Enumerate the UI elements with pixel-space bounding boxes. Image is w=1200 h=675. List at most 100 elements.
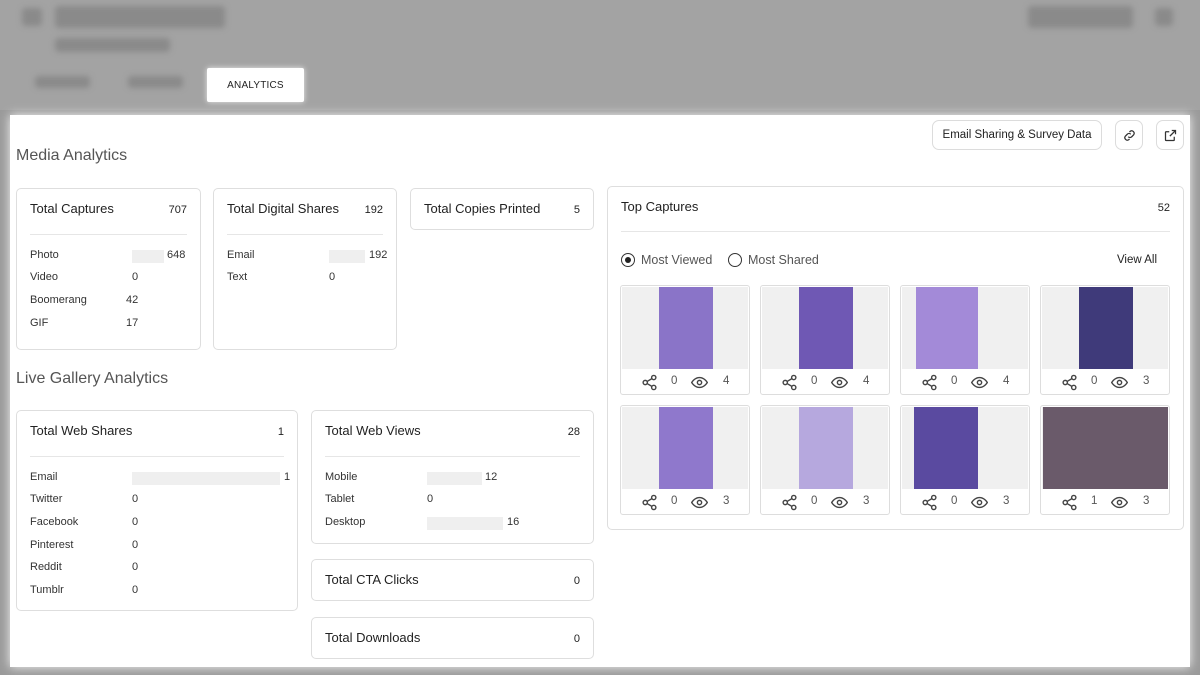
eye-icon [830, 374, 849, 391]
card-total: 0 [573, 633, 580, 645]
stat-value: 0 [132, 584, 139, 596]
capture-image-frame [762, 407, 888, 489]
card-total: 192 [364, 204, 383, 216]
stat-bar [132, 250, 164, 263]
capture-thumbnail[interactable]: 03 [760, 405, 890, 515]
view-count: 3 [1143, 375, 1150, 387]
radio-unselected-icon [728, 253, 742, 267]
event-title-blur [55, 6, 225, 28]
share-icon [781, 374, 798, 391]
tab-blur-2 [128, 76, 183, 88]
total-captures-card: Total Captures 707 Photo 648 Video 0 Boo… [16, 188, 201, 350]
stat-value: 192 [369, 249, 388, 261]
total-cta-clicks-card: Total CTA Clicks 0 [311, 559, 594, 601]
open-external-button[interactable] [1156, 120, 1184, 150]
stat-bar [427, 472, 482, 485]
capture-photo [659, 287, 713, 369]
email-sharing-survey-button[interactable]: Email Sharing & Survey Data [932, 120, 1102, 150]
view-count: 4 [1003, 375, 1010, 387]
card-total: 5 [573, 204, 580, 216]
stat-value: 0 [132, 539, 139, 551]
stat-value: 16 [507, 516, 520, 528]
link-button[interactable] [1115, 120, 1143, 150]
stat-row: Email 1 [30, 471, 290, 485]
total-web-shares-card: Total Web Shares 1 Email 1 Twitter 0 Fac… [16, 410, 298, 611]
capture-thumbnail[interactable]: 04 [760, 285, 890, 395]
stat-row: Twitter 0 [30, 493, 290, 507]
stat-label: Reddit [30, 561, 62, 573]
card-title: Total Downloads [325, 630, 421, 645]
radio-selected-icon [621, 253, 635, 267]
view-all-link[interactable]: View All [1117, 254, 1157, 266]
stat-label: Boomerang [30, 294, 87, 306]
capture-stats: 04 [901, 370, 1029, 394]
capture-image-frame [762, 287, 888, 369]
total-digital-shares-card: Total Digital Shares 192 Email 192 Text … [213, 188, 397, 350]
stat-value: 0 [132, 493, 139, 505]
capture-thumbnail[interactable]: 13 [1040, 405, 1170, 515]
stat-row: Video 0 [30, 271, 190, 285]
card-total: 1 [277, 426, 284, 438]
capture-image-frame [622, 287, 748, 369]
capture-thumbnail[interactable]: 03 [900, 405, 1030, 515]
eye-icon [690, 494, 709, 511]
card-title: Total Web Shares [30, 423, 133, 438]
filter-most-viewed[interactable]: Most Viewed [621, 253, 712, 267]
filter-label: Most Viewed [641, 253, 713, 267]
share-icon [641, 374, 658, 391]
menu-icon-blur [1155, 8, 1173, 26]
stat-label: GIF [30, 317, 49, 329]
capture-thumbnail[interactable]: 03 [620, 405, 750, 515]
capture-stats: 13 [1041, 490, 1169, 514]
link-icon [1123, 129, 1135, 141]
view-count: 3 [863, 495, 870, 507]
event-subtitle-blur [55, 38, 170, 52]
capture-image-frame [1042, 287, 1168, 369]
stat-label: Desktop [325, 516, 366, 528]
card-total: 707 [168, 204, 187, 216]
stat-label: Video [30, 271, 58, 283]
stat-value: 0 [132, 561, 139, 573]
back-icon [22, 8, 42, 26]
stat-row: Facebook 0 [30, 516, 290, 530]
stat-value: 0 [329, 271, 336, 283]
stat-label: Facebook [30, 516, 79, 528]
share-count: 0 [671, 375, 678, 387]
capture-image-frame [622, 407, 748, 489]
filter-most-shared[interactable]: Most Shared [728, 253, 819, 267]
capture-thumbnail[interactable]: 03 [1040, 285, 1170, 395]
stat-label: Email [30, 471, 58, 483]
share-icon [1061, 494, 1078, 511]
external-link-icon [1164, 129, 1176, 141]
tab-analytics[interactable]: ANALYTICS [207, 68, 304, 102]
capture-thumbnail[interactable]: 04 [900, 285, 1030, 395]
capture-image-frame [1042, 407, 1168, 489]
card-title: Total CTA Clicks [325, 572, 419, 587]
eye-icon [1110, 494, 1129, 511]
share-count: 0 [1091, 375, 1098, 387]
stat-row: Desktop 16 [325, 516, 585, 530]
view-count: 4 [863, 375, 870, 387]
card-title: Total Copies Printed [424, 201, 541, 216]
eye-icon [970, 374, 989, 391]
stat-label: Text [227, 271, 248, 283]
capture-thumbnail[interactable]: 04 [620, 285, 750, 395]
stat-bar [132, 472, 280, 485]
capture-photo [799, 407, 853, 489]
stat-row: Email 192 [227, 249, 387, 263]
tab-blur-1 [35, 76, 90, 88]
divider [621, 231, 1170, 232]
stat-row: Photo 648 [30, 249, 190, 263]
capture-image-frame [902, 407, 1028, 489]
stat-row: Mobile 12 [325, 471, 585, 485]
stat-value: 1 [284, 471, 291, 483]
stat-value: 0 [132, 516, 139, 528]
share-icon [921, 374, 938, 391]
stat-row: Tablet 0 [325, 493, 585, 507]
capture-photo [914, 407, 978, 489]
stat-label: Tumblr [30, 584, 64, 596]
stat-row: Boomerang 42 [30, 294, 190, 308]
card-title: Total Captures [30, 201, 114, 216]
capture-photo [799, 287, 853, 369]
share-icon [781, 494, 798, 511]
